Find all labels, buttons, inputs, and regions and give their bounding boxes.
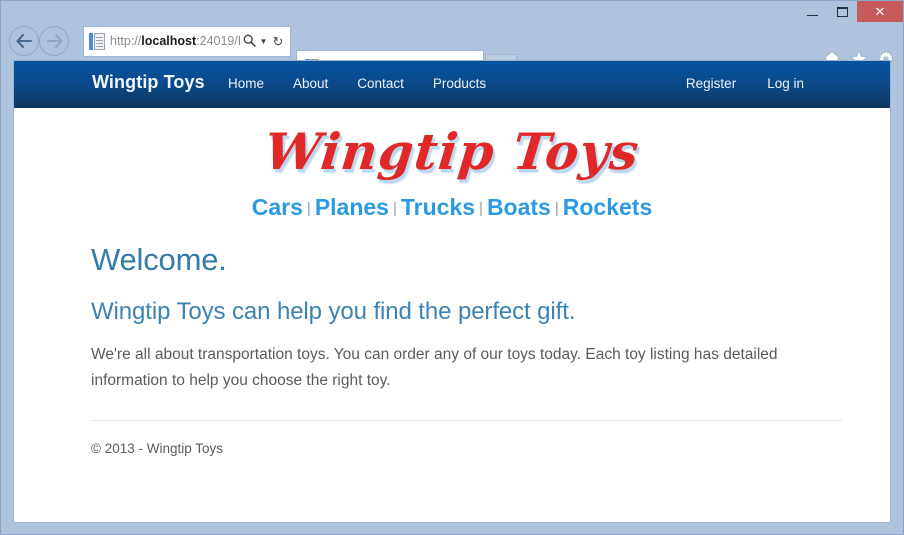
arrow-right-icon	[46, 33, 63, 49]
site-logo-text: Wingtip Toys	[261, 122, 643, 181]
category-separator: |	[554, 200, 559, 217]
refresh-icon[interactable]: ↻	[269, 34, 287, 50]
footer-copyright: © 2013 - Wingtip Toys	[91, 440, 224, 456]
minimize-icon	[806, 14, 818, 16]
page-document-icon	[89, 33, 105, 50]
category-separator: |	[479, 200, 483, 217]
back-button[interactable]	[9, 26, 39, 56]
close-button[interactable]: ✕	[857, 1, 903, 22]
page-viewport: Wingtip Toys Home About Contact Products…	[13, 60, 891, 523]
category-separator: |	[392, 200, 397, 217]
search-glyph	[243, 34, 256, 47]
minimize-button[interactable]	[797, 1, 827, 22]
url-text: http://localhost:24019/D	[110, 35, 240, 48]
nav-item-contact[interactable]: Contact	[357, 76, 404, 91]
nav-item-home[interactable]: Home	[228, 76, 264, 91]
account-nav: Register Log in	[686, 76, 804, 91]
logo-banner: Wingtip Toys	[14, 108, 890, 190]
category-link-cars[interactable]: Cars	[252, 194, 303, 220]
arrow-left-icon	[15, 33, 32, 49]
category-links: Cars | Planes | Trucks | Boats | Rockets	[14, 190, 890, 221]
body-paragraph: We're all about transportation toys. You…	[91, 345, 778, 389]
nav-item-products[interactable]: Products	[433, 76, 486, 91]
content-divider	[91, 419, 842, 421]
category-link-boats[interactable]: Boats	[487, 194, 551, 220]
nav-item-register[interactable]: Register	[686, 76, 736, 91]
maximize-button[interactable]	[827, 1, 857, 22]
nav-item-about[interactable]: About	[293, 76, 328, 91]
window-controls: ✕	[797, 1, 903, 23]
chevron-down-icon[interactable]: ▼	[258, 37, 269, 46]
browser-toolbar: http://localhost:24019/D ▼ ↻ Welcome - W…	[1, 23, 903, 82]
page-subtitle: Wingtip Toys can help you find the perfe…	[91, 298, 576, 326]
category-link-rockets[interactable]: Rockets	[563, 194, 652, 220]
nav-item-login[interactable]: Log in	[767, 76, 804, 91]
site-brand[interactable]: Wingtip Toys	[92, 72, 205, 93]
category-separator: |	[306, 200, 311, 217]
category-link-planes[interactable]: Planes	[315, 194, 389, 220]
maximize-icon	[836, 6, 848, 17]
main-content: Welcome. Wingtip Toys can help you find …	[14, 221, 890, 456]
address-bar[interactable]: http://localhost:24019/D ▼ ↻	[83, 26, 291, 57]
forward-button[interactable]	[39, 26, 69, 56]
title-bar: ✕	[1, 1, 903, 23]
site-navbar: Wingtip Toys Home About Contact Products…	[14, 61, 890, 108]
primary-nav: Home About Contact Products	[228, 76, 486, 91]
browser-window: ✕ http://localhost:24019/D	[0, 0, 904, 535]
category-link-trucks[interactable]: Trucks	[401, 194, 475, 220]
page-title: Welcome.	[91, 242, 227, 277]
search-icon[interactable]	[240, 34, 258, 50]
